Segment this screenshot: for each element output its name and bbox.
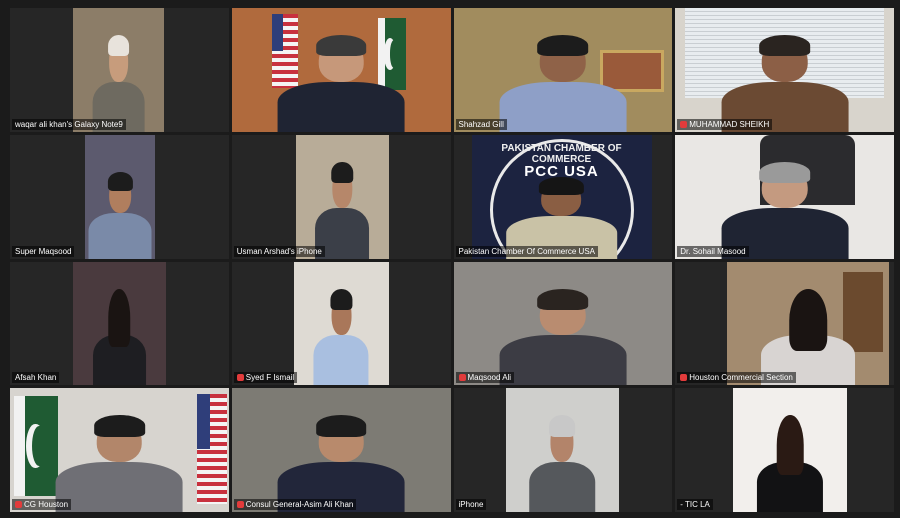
participant-name: Maqsood Ali	[455, 372, 515, 384]
participant-video	[505, 388, 619, 512]
participant-video	[85, 134, 155, 259]
participant-figure	[92, 35, 145, 132]
participant-video	[727, 261, 890, 386]
participant-video	[293, 261, 389, 386]
pcc-arc-text: PAKISTAN CHAMBER OF COMMERCE	[501, 142, 622, 165]
participant-video: PAKISTAN CHAMBER OF COMMERCE PCC USA	[471, 134, 652, 259]
participant-name: Dr. Sohail Masood	[677, 245, 749, 257]
participant-figure	[499, 35, 627, 132]
muted-mic-icon	[680, 374, 688, 382]
participant-tile[interactable]: Usman Arshad's iPhone	[231, 134, 451, 259]
participant-figure	[721, 35, 849, 132]
participant-video	[73, 261, 166, 386]
participant-figure	[88, 171, 152, 259]
participant-tile[interactable]: Syed F Ismail	[231, 261, 451, 386]
participant-name: iPhone	[455, 499, 487, 510]
participant-name: Houston Commercial Section	[677, 372, 796, 384]
participant-video	[453, 261, 673, 386]
participant-tile[interactable]: Dr. Sohail Masood	[675, 134, 894, 259]
participant-name: waqar ali khan's Galaxy Note9	[12, 118, 126, 130]
participant-video	[733, 388, 848, 512]
participant-name: Afsah Khan	[12, 372, 60, 384]
participant-video	[295, 134, 389, 259]
participant-figure	[277, 35, 405, 132]
participant-video	[675, 134, 894, 259]
muted-mic-icon	[680, 120, 688, 128]
participant-name: MUHAMMAD SHEIKH	[677, 118, 773, 130]
participant-tile[interactable]: - TIC LA	[675, 388, 894, 512]
participant-video	[675, 8, 894, 132]
participant-name: Shahzad Gill	[455, 118, 507, 130]
participant-figure	[721, 161, 849, 259]
participant-name: CG Houston	[12, 499, 72, 510]
participant-tile[interactable]: Consul General-Asim Ali Khan	[231, 388, 451, 512]
participant-video	[453, 8, 673, 132]
participant-figure	[757, 415, 824, 512]
participant-tile[interactable]: MUHAMMAD SHEIKH	[675, 8, 894, 132]
participant-name: Syed F Ismail	[233, 372, 298, 384]
us-flag	[196, 394, 227, 505]
participant-tile[interactable]: Shahzad Gill	[453, 8, 673, 132]
participant-figure	[277, 415, 405, 512]
participant-video	[73, 8, 164, 132]
participant-tile[interactable]: PAKISTAN CHAMBER OF COMMERCE PCC USA Pak…	[453, 134, 673, 259]
participant-tile[interactable]: Maqsood Ali	[453, 261, 673, 386]
participant-figure	[315, 161, 370, 259]
participant-name: Super Maqsood	[12, 245, 75, 257]
participant-name: Usman Arshad's iPhone	[233, 245, 325, 257]
participant-name: - TIC LA	[677, 499, 713, 510]
muted-mic-icon	[458, 374, 466, 382]
participant-video	[10, 388, 229, 512]
muted-mic-icon	[15, 501, 22, 508]
participant-tile[interactable]: waqar ali khan's Galaxy Note9	[10, 8, 229, 132]
video-grid: waqar ali khan's Galaxy Note9 Shahzad Gi…	[10, 8, 894, 512]
participant-figure	[529, 415, 595, 512]
muted-mic-icon	[236, 374, 244, 382]
participant-video	[231, 8, 451, 132]
pakistan-flag	[14, 396, 58, 497]
participant-name: Pakistan Chamber Of Commerce USA	[455, 245, 598, 257]
muted-mic-icon	[236, 501, 244, 508]
participant-name: Consul General-Asim Ali Khan	[233, 499, 357, 510]
participant-tile[interactable]: Houston Commercial Section	[675, 261, 894, 386]
participant-figure	[313, 288, 369, 386]
participant-figure	[92, 288, 147, 386]
participant-tile[interactable]: Super Maqsood	[10, 134, 229, 259]
participant-tile[interactable]: Afsah Khan	[10, 261, 229, 386]
participant-figure	[55, 415, 183, 512]
participant-figure	[499, 288, 627, 386]
participant-video	[231, 388, 451, 512]
participant-tile-active-speaker[interactable]	[231, 8, 451, 132]
participant-tile[interactable]: CG Houston	[10, 388, 229, 512]
participant-figure	[761, 288, 856, 386]
participant-tile[interactable]: iPhone	[453, 388, 673, 512]
